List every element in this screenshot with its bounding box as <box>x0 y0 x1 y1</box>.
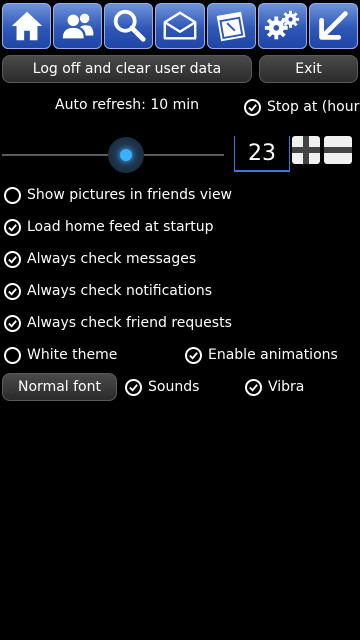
search-button[interactable] <box>104 3 154 49</box>
white-theme-checkbox[interactable]: White theme <box>4 344 117 366</box>
home-icon <box>11 11 42 41</box>
checkbox-checked-icon <box>4 314 21 332</box>
check-messages-checkbox[interactable]: Always check messages <box>4 248 196 270</box>
check-notifications-label: Always check notifications <box>27 283 212 299</box>
enable-animations-checkbox[interactable]: Enable animations <box>185 344 338 366</box>
calendar-icon <box>216 11 246 42</box>
top-toolbar <box>2 3 358 49</box>
friends-icon <box>62 13 94 39</box>
slider-thumb-dot <box>120 149 132 161</box>
exit-button[interactable]: Exit <box>259 55 358 83</box>
checkbox-checked-icon <box>4 282 21 300</box>
auto-refresh-label: Auto refresh: 10 min <box>55 97 200 113</box>
check-friend-requests-label: Always check friend requests <box>27 315 232 331</box>
font-size-button[interactable]: Normal font <box>2 373 117 401</box>
search-icon <box>113 9 146 42</box>
messages-button[interactable] <box>155 3 205 49</box>
checkbox-checked-icon <box>125 378 142 396</box>
settings-button[interactable] <box>257 3 307 49</box>
check-messages-label: Always check messages <box>27 251 197 267</box>
minus-icon <box>324 147 352 153</box>
check-friend-requests-checkbox[interactable]: Always check friend requests <box>4 312 232 334</box>
load-home-feed-checkbox[interactable]: Load home feed at startup <box>4 216 214 238</box>
enable-animations-label: Enable animations <box>208 347 338 363</box>
vibra-checkbox[interactable]: Vibra <box>245 376 304 398</box>
check-notifications-checkbox[interactable]: Always check notifications <box>4 280 212 302</box>
sounds-label: Sounds <box>148 379 200 395</box>
back-arrow-icon <box>319 11 349 40</box>
checkbox-unchecked-icon <box>4 346 21 364</box>
settings-icon <box>265 10 300 40</box>
show-pictures-label: Show pictures in friends view <box>27 187 233 203</box>
calendar-button[interactable] <box>206 3 256 49</box>
checkbox-unchecked-icon <box>4 186 21 204</box>
checkbox-checked-icon <box>4 218 21 236</box>
logoff-button[interactable]: Log off and clear user data <box>2 55 252 83</box>
checkbox-checked-icon <box>245 378 262 396</box>
refresh-slider-thumb[interactable] <box>108 137 144 173</box>
checkbox-checked-icon <box>4 250 21 268</box>
decrement-button[interactable] <box>324 136 352 164</box>
white-theme-label: White theme <box>27 347 118 363</box>
back-button[interactable] <box>308 3 358 49</box>
sounds-checkbox[interactable]: Sounds <box>125 376 199 398</box>
show-pictures-checkbox[interactable]: Show pictures in friends view <box>4 184 232 206</box>
hour-input[interactable]: 23 <box>234 136 290 172</box>
home-button[interactable] <box>2 3 52 49</box>
stop-at-label: Stop at (hour) <box>267 99 360 115</box>
friends-button[interactable] <box>53 3 103 49</box>
checkbox-checked-icon <box>244 98 261 116</box>
messages-icon <box>163 11 197 40</box>
load-home-feed-label: Load home feed at startup <box>27 219 214 235</box>
stop-at-checkbox[interactable]: Stop at (hour) <box>244 96 360 118</box>
plus-icon <box>292 136 320 164</box>
increment-button[interactable] <box>292 136 320 164</box>
checkbox-checked-icon <box>185 346 202 364</box>
vibra-label: Vibra <box>268 379 305 395</box>
